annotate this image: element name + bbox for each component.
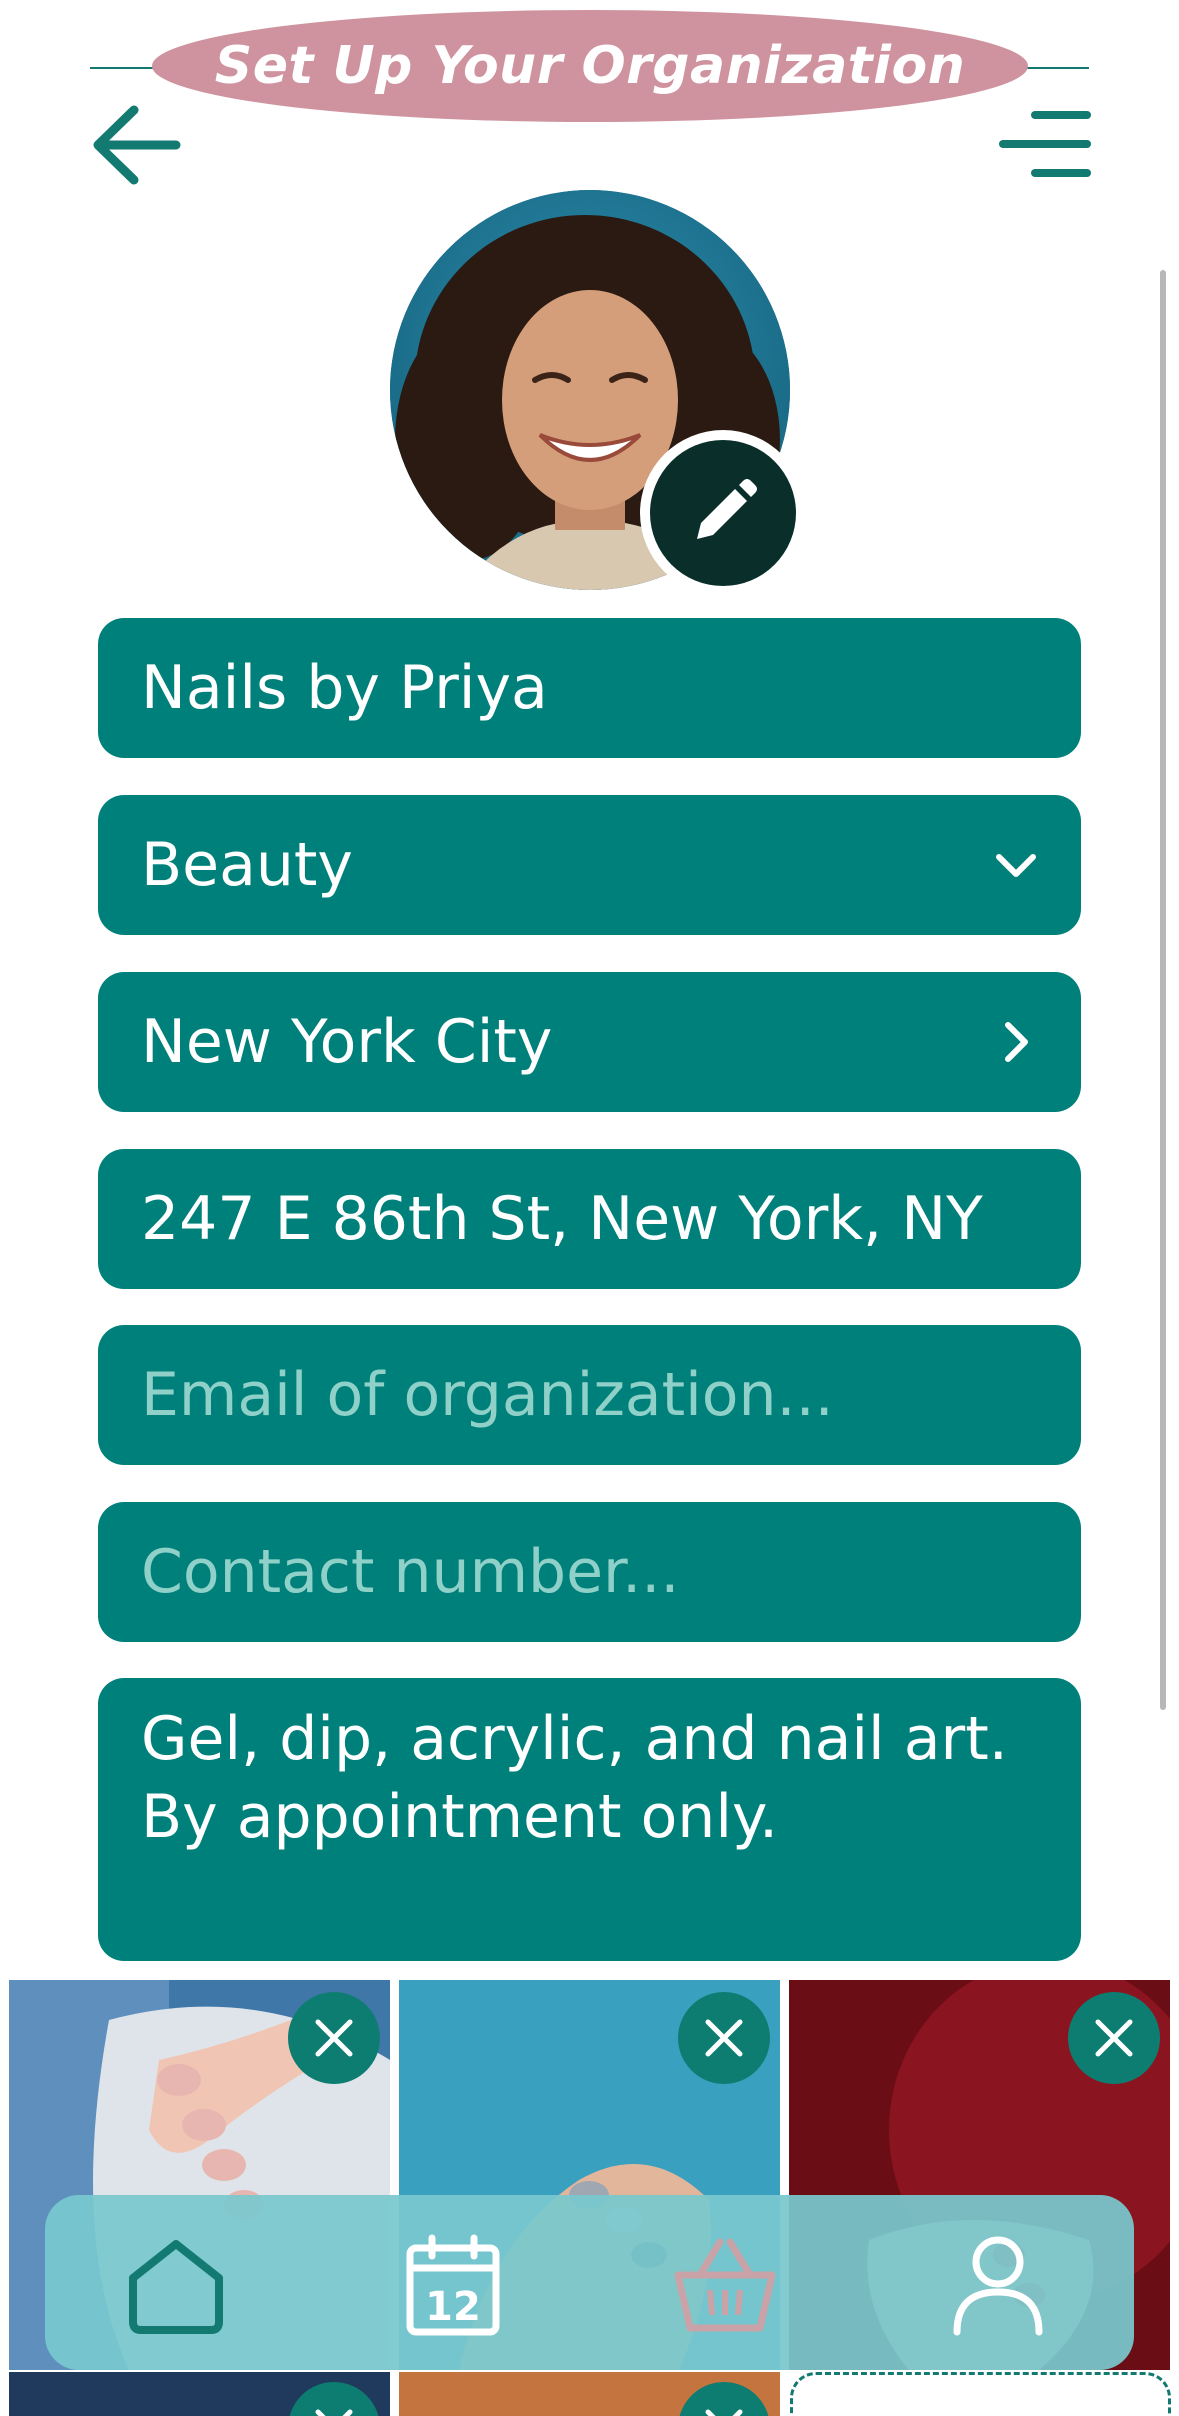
remove-photo-button[interactable] [288, 1992, 380, 2084]
arrow-left-icon [93, 105, 181, 185]
basket-icon [674, 2238, 776, 2332]
pencil-icon [697, 479, 757, 539]
add-photo-slot[interactable] [790, 2372, 1171, 2416]
chevron-down-icon [996, 854, 1036, 877]
remove-photo-button[interactable] [288, 2382, 380, 2416]
city-value: New York City [141, 1007, 553, 1077]
close-icon [315, 2409, 353, 2416]
menu-icon [999, 111, 1091, 177]
city-selector[interactable]: New York City [98, 972, 1081, 1112]
page-title: Set Up Your Organization [214, 36, 966, 96]
calendar-day-label: 12 [425, 2284, 481, 2330]
nav-calendar[interactable]: 12 [393, 2225, 513, 2345]
page-title-badge: Set Up Your Organization [152, 10, 1028, 122]
contact-number-field[interactable]: Contact number... [98, 1502, 1081, 1642]
organization-name-value: Nails by Priya [141, 653, 548, 723]
edit-avatar-button[interactable] [640, 430, 806, 596]
email-field[interactable]: Email of organization... [98, 1325, 1081, 1465]
menu-button[interactable] [995, 100, 1095, 190]
address-value: 247 E 86th St, New York, NY [141, 1184, 983, 1254]
description-textarea[interactable]: Gel, dip, acrylic, and nail art. By appo… [98, 1678, 1081, 1961]
description-value: Gel, dip, acrylic, and nail art. By appo… [141, 1704, 1008, 1852]
back-button[interactable] [88, 100, 184, 190]
bottom-navigation: 12 [45, 2195, 1134, 2370]
remove-photo-button[interactable] [1068, 1992, 1160, 2084]
close-icon [705, 2409, 743, 2416]
chevron-right-icon [1005, 1022, 1028, 1062]
scrollbar[interactable] [1160, 270, 1166, 1710]
category-select[interactable]: Beauty [98, 795, 1081, 935]
email-placeholder: Email of organization... [141, 1360, 834, 1430]
close-icon [315, 2019, 353, 2057]
calendar-icon: 12 [406, 2234, 500, 2336]
remove-photo-button[interactable] [678, 2382, 770, 2416]
nav-profile[interactable] [938, 2225, 1058, 2345]
home-icon [129, 2240, 223, 2334]
category-value: Beauty [141, 830, 353, 900]
nav-basket[interactable] [665, 2225, 785, 2345]
profile-icon [953, 2236, 1043, 2336]
gallery-photo-5[interactable] [399, 2372, 780, 2416]
close-icon [705, 2019, 743, 2057]
gallery-photo-4[interactable] [9, 2372, 390, 2416]
nav-home[interactable] [116, 2225, 236, 2345]
organization-name-field[interactable]: Nails by Priya [98, 618, 1081, 758]
address-field[interactable]: 247 E 86th St, New York, NY [98, 1149, 1081, 1289]
remove-photo-button[interactable] [678, 1992, 770, 2084]
contact-number-placeholder: Contact number... [141, 1537, 680, 1607]
close-icon [1095, 2019, 1133, 2057]
